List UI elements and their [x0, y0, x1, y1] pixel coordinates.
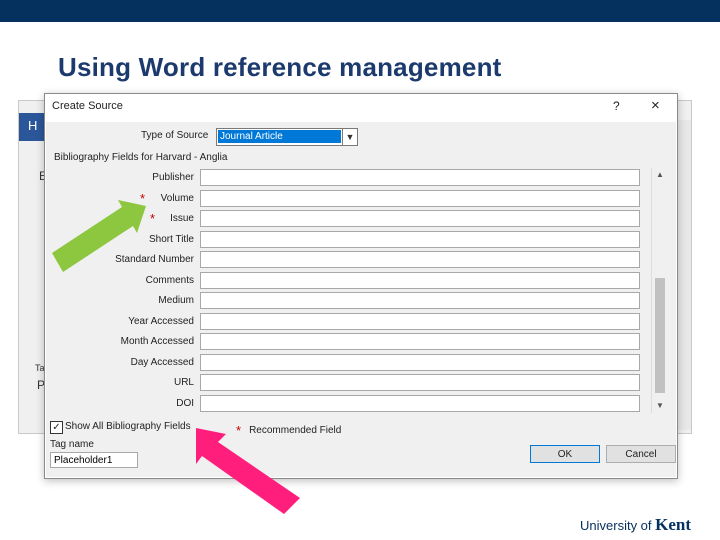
- recommended-field-label: Recommended Field: [249, 425, 342, 436]
- type-of-source-select[interactable]: Journal Article ▼: [216, 128, 358, 146]
- field-input[interactable]: [200, 312, 640, 330]
- field-input[interactable]: [200, 189, 640, 207]
- field-label: Standard Number: [115, 254, 194, 265]
- field-row: Publisher: [46, 168, 676, 188]
- field-label: Short Title: [148, 233, 194, 245]
- show-all-fields-label[interactable]: Show All Bibliography Fields: [65, 421, 191, 432]
- slide-title: Using Word reference management: [58, 52, 502, 82]
- field-input[interactable]: [200, 210, 640, 227]
- field-input[interactable]: [200, 292, 640, 309]
- field-row: Volume *: [46, 189, 676, 209]
- field-row: DOI: [46, 394, 676, 414]
- recommended-star-icon: *: [236, 423, 242, 438]
- field-label: Year Accessed: [128, 315, 194, 327]
- field-label: Publisher: [152, 172, 194, 183]
- scroll-down-icon[interactable]: ▼: [652, 399, 668, 413]
- type-of-source-value: Journal Article: [218, 130, 341, 143]
- dialog-body: Type of Source Journal Article ▼ Bibliog…: [46, 122, 676, 477]
- ok-button[interactable]: OK: [530, 445, 600, 463]
- word-tab-glyph: H: [28, 118, 38, 133]
- recommended-field-legend: * Recommended Field: [236, 421, 342, 438]
- help-button[interactable]: ?: [613, 99, 620, 113]
- logo-name: Kent: [655, 515, 692, 534]
- fields-scrollbar[interactable]: ▲ ▼: [651, 168, 668, 413]
- field-row: Year Accessed: [46, 312, 676, 332]
- close-button[interactable]: ×: [651, 97, 660, 114]
- tag-name-label: Tag name: [50, 439, 94, 450]
- create-source-dialog: Create Source ? × Type of Source Journal…: [44, 93, 678, 479]
- slide-top-bar: [0, 0, 720, 22]
- chevron-down-icon[interactable]: ▼: [342, 129, 357, 145]
- field-row: URL: [46, 373, 676, 393]
- dialog-title: Create Source: [52, 100, 123, 112]
- field-row: Month Accessed: [46, 332, 676, 352]
- recommended-star-icon: *: [150, 211, 156, 226]
- field-row: Standard Number: [46, 250, 676, 270]
- field-row: Day Accessed: [46, 353, 676, 373]
- type-of-source-label: Type of Source: [141, 130, 209, 141]
- field-row: Medium: [46, 291, 676, 311]
- field-label: URL: [173, 377, 194, 388]
- university-logo: University of Kent: [580, 515, 691, 535]
- field-row: Short Title: [46, 230, 676, 250]
- checkbox-icon[interactable]: ✓: [50, 421, 63, 434]
- background-panel: [676, 120, 691, 430]
- scroll-up-icon[interactable]: ▲: [652, 168, 668, 182]
- field-label: Day Accessed: [130, 356, 194, 368]
- field-input[interactable]: [200, 333, 640, 350]
- field-input[interactable]: [200, 230, 640, 248]
- field-input[interactable]: [200, 374, 640, 391]
- scrollbar-thumb[interactable]: [655, 278, 665, 393]
- field-input[interactable]: [200, 169, 640, 186]
- field-input[interactable]: [200, 271, 640, 289]
- tag-name-input[interactable]: Placeholder1: [50, 452, 138, 468]
- field-label: Issue: [170, 213, 194, 224]
- field-input[interactable]: [200, 394, 640, 412]
- field-row: Issue *: [46, 209, 676, 229]
- field-label: Comments: [145, 274, 194, 286]
- field-row: Comments: [46, 271, 676, 291]
- recommended-star-icon: *: [140, 190, 146, 206]
- field-label: Volume: [160, 192, 194, 204]
- field-input[interactable]: [200, 251, 640, 268]
- field-label: Medium: [158, 295, 194, 306]
- logo-prefix: University of: [580, 518, 652, 533]
- field-label: Month Accessed: [120, 336, 194, 347]
- field-label: DOI: [176, 397, 194, 409]
- fields-heading: Bibliography Fields for Harvard - Anglia: [54, 152, 228, 163]
- field-input[interactable]: [200, 353, 640, 371]
- cancel-button[interactable]: Cancel: [606, 445, 676, 463]
